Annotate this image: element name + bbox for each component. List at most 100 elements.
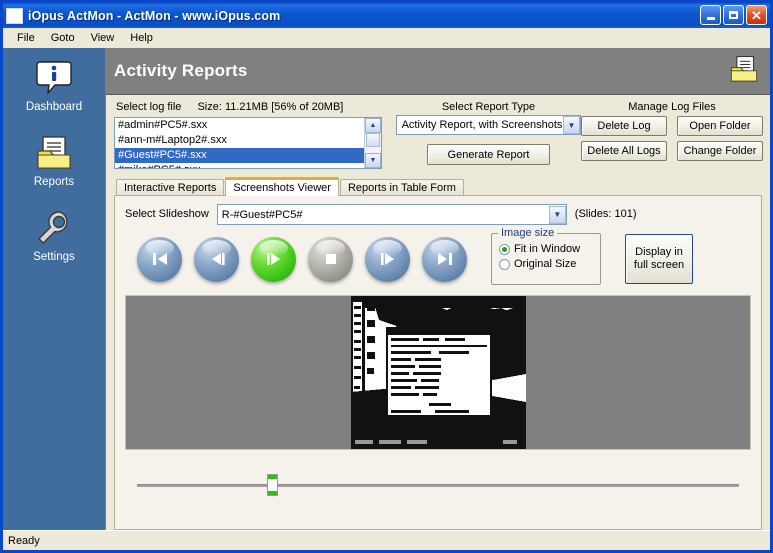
radio-selected-icon — [499, 243, 510, 255]
chevron-down-icon[interactable]: ▼ — [563, 116, 580, 134]
sidebar-item-label: Dashboard — [25, 101, 83, 113]
sidebar-item-reports[interactable]: Reports — [3, 133, 105, 188]
menu-bar: File Goto View Help — [3, 28, 770, 48]
next-slide-button[interactable] — [365, 236, 410, 282]
radio-fit-in-window[interactable]: Fit in Window — [499, 243, 600, 255]
scroll-down-icon[interactable]: ▼ — [365, 153, 381, 168]
sidebar-item-label: Settings — [33, 251, 75, 263]
step-back-icon — [211, 253, 225, 265]
tab-strip: Interactive Reports Screenshots Viewer R… — [114, 177, 762, 196]
log-file-listbox[interactable]: #admin#PC5#.sxx #ann-m#Laptop2#.sxx #Gue… — [114, 117, 382, 169]
select-report-type-label: Select Report Type — [441, 101, 536, 113]
list-item[interactable]: #ann-m#Laptop2#.sxx — [115, 133, 364, 148]
select-slideshow-label: Select Slideshow — [125, 207, 209, 220]
sidebar-item-dashboard[interactable]: Dashboard — [3, 58, 105, 113]
generate-report-button[interactable]: Generate Report — [427, 144, 550, 165]
list-item[interactable]: #Guest#PC5#.sxx — [115, 148, 364, 163]
close-button[interactable]: ✕ — [746, 5, 767, 25]
reports-folder-icon — [34, 133, 74, 173]
delete-log-button[interactable]: Delete Log — [581, 116, 667, 136]
delete-all-logs-button[interactable]: Delete All Logs — [581, 141, 667, 161]
report-type-value: Activity Report, with Screenshots — [401, 119, 563, 131]
list-item[interactable]: #mike#PC5#.sxx — [115, 163, 364, 168]
play-icon — [266, 253, 280, 265]
listbox-scrollbar[interactable]: ▲ ▼ — [364, 118, 381, 168]
sidebar: Dashboard Reports Settings — [3, 48, 106, 530]
previous-slide-button[interactable] — [194, 236, 239, 282]
minimize-button[interactable] — [700, 5, 721, 25]
close-icon: ✕ — [751, 7, 762, 23]
maximize-icon — [729, 11, 738, 19]
slider-thumb[interactable] — [267, 474, 279, 496]
slider-track[interactable] — [137, 484, 739, 487]
page-title: Activity Reports — [114, 61, 248, 80]
app-icon — [6, 7, 23, 24]
radio-unselected-icon — [499, 258, 510, 270]
content-area: Select log file Size: 11.21MB [56% of 20… — [106, 95, 770, 530]
maximize-button[interactable] — [723, 5, 744, 25]
step-forward-icon — [380, 253, 394, 265]
slideshow-combo[interactable]: R-#Guest#PC5# ▼ — [216, 204, 567, 225]
tab-reports-in-table-form[interactable]: Reports in Table Form — [339, 179, 464, 196]
chevron-down-icon[interactable]: ▼ — [548, 205, 566, 224]
menu-item-help[interactable]: Help — [122, 31, 161, 45]
title-bar: iOpus ActMon - ActMon - www.iOpus.com ✕ — [3, 3, 770, 28]
tab-screenshots-viewer[interactable]: Screenshots Viewer — [225, 177, 339, 196]
screenshot-thumbnail[interactable] — [350, 296, 526, 449]
open-folder-button[interactable]: Open Folder — [677, 116, 763, 136]
top-control-band: Select log file Size: 11.21MB [56% of 20… — [114, 101, 763, 169]
screenshots-viewer-panel: Select Slideshow R-#Guest#PC5# ▼ (Slides… — [114, 195, 762, 530]
main-body: Dashboard Reports Settings Activity Repo… — [3, 48, 770, 530]
log-size-text: Size: 11.21MB [56% of 20MB] — [197, 101, 344, 113]
window-title: iOpus ActMon - ActMon - www.iOpus.com — [28, 8, 281, 23]
manage-log-files-label: Manage Log Files — [628, 101, 716, 113]
menu-item-file[interactable]: File — [9, 31, 43, 45]
sidebar-item-label: Reports — [33, 176, 75, 188]
screenshot-preview-area — [125, 295, 751, 450]
list-item[interactable]: #admin#PC5#.sxx — [115, 118, 364, 133]
radio-original-size[interactable]: Original Size — [499, 258, 600, 270]
change-folder-button[interactable]: Change Folder — [677, 141, 763, 161]
minimize-icon — [706, 16, 715, 20]
scrollbar-thumb[interactable] — [366, 133, 380, 147]
status-bar: Ready — [3, 530, 770, 550]
slides-count-text: (Slides: 101) — [574, 207, 637, 220]
skip-to-end-icon — [437, 253, 452, 265]
page-header: Activity Reports — [106, 48, 770, 95]
first-slide-button[interactable] — [137, 236, 182, 282]
play-button[interactable] — [251, 236, 296, 282]
menu-item-view[interactable]: View — [83, 31, 123, 45]
tab-interactive-reports[interactable]: Interactive Reports — [116, 179, 225, 196]
fullscreen-button-line1: Display in — [635, 246, 683, 258]
slide-position-slider[interactable] — [125, 472, 751, 498]
window-controls: ✕ — [700, 5, 767, 25]
log-file-items: #admin#PC5#.sxx #ann-m#Laptop2#.sxx #Gue… — [115, 118, 364, 168]
scroll-up-icon[interactable]: ▲ — [365, 118, 381, 133]
wrench-icon — [34, 208, 74, 248]
report-type-combo[interactable]: Activity Report, with Screenshots ▼ — [396, 115, 581, 135]
log-file-section: Select log file Size: 11.21MB [56% of 20… — [114, 101, 382, 169]
last-slide-button[interactable] — [422, 236, 467, 282]
radio-label: Fit in Window — [514, 243, 581, 255]
select-log-file-label: Select log file — [116, 101, 182, 113]
sidebar-item-settings[interactable]: Settings — [3, 208, 105, 263]
info-balloon-icon — [34, 58, 74, 98]
slideshow-row: Select Slideshow R-#Guest#PC5# ▼ (Slides… — [125, 204, 751, 225]
application-window: iOpus ActMon - ActMon - www.iOpus.com ✕ … — [0, 0, 773, 553]
image-size-group-label: Image size — [498, 227, 558, 239]
status-text: Ready — [8, 534, 40, 547]
display-fullscreen-button[interactable]: Display in full screen — [625, 234, 693, 284]
stop-icon — [325, 254, 336, 264]
transport-controls: Image size Fit in Window Original Size D… — [125, 227, 751, 285]
radio-label: Original Size — [514, 258, 577, 270]
right-pane: Activity Reports Select log file Size: 1… — [106, 48, 770, 530]
fullscreen-button-line2: full screen — [633, 259, 685, 271]
reports-folder-icon — [728, 55, 760, 88]
skip-to-start-icon — [152, 253, 167, 265]
manage-log-files-section: Manage Log Files Delete Log Open Folder … — [581, 101, 763, 161]
stop-button[interactable] — [308, 236, 353, 282]
report-type-section: Select Report Type Activity Report, with… — [396, 101, 581, 165]
slideshow-value: R-#Guest#PC5# — [221, 208, 303, 221]
menu-item-goto[interactable]: Goto — [43, 31, 83, 45]
image-size-groupbox: Image size Fit in Window Original Size — [491, 227, 601, 285]
